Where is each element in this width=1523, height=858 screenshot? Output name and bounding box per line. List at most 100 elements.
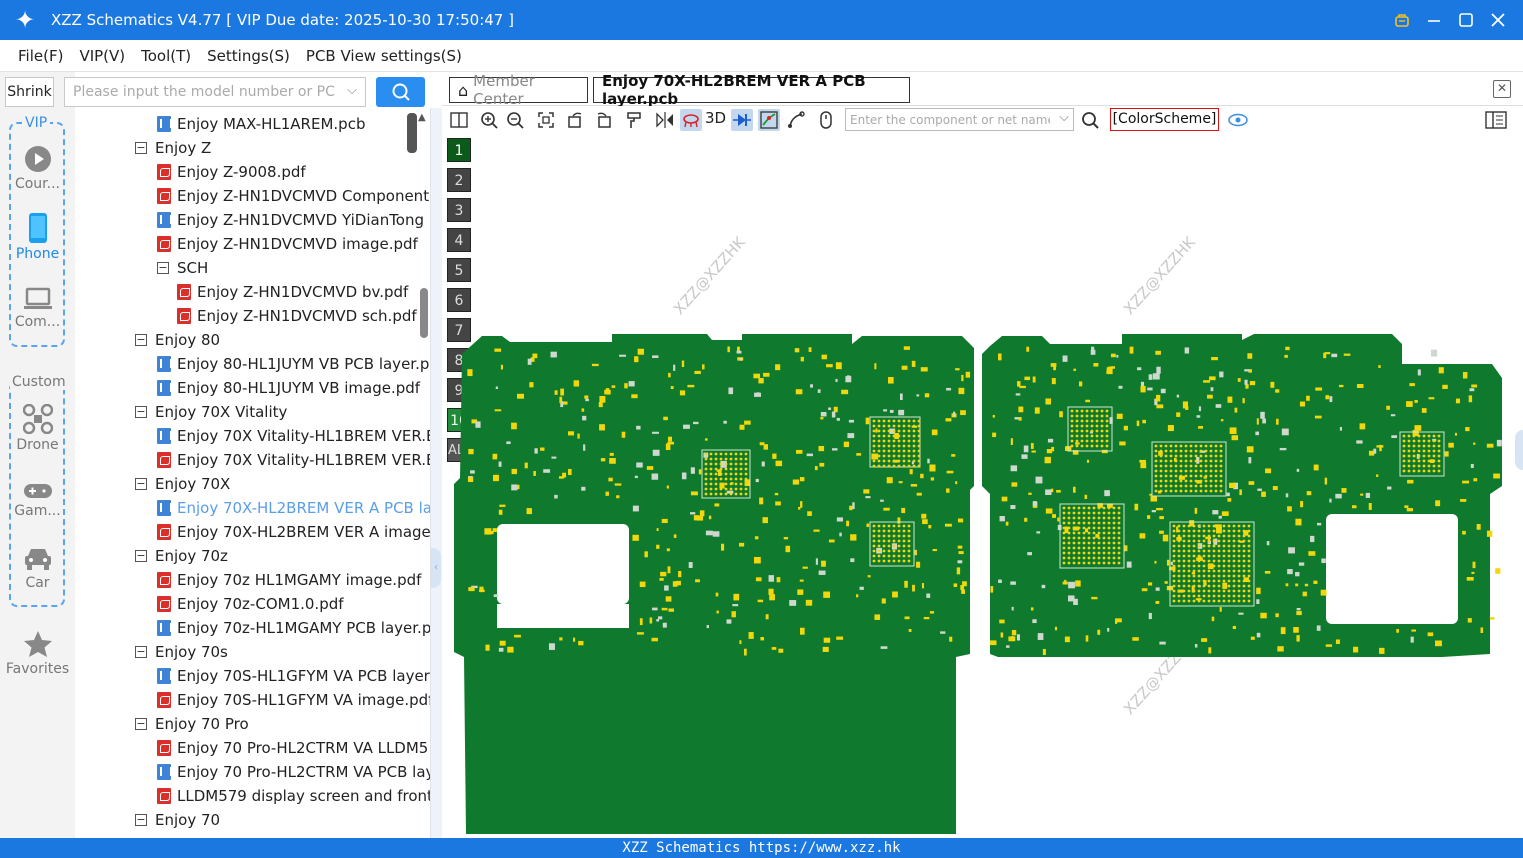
pcb-pad[interactable] bbox=[1208, 647, 1212, 654]
pcb-pad[interactable] bbox=[756, 392, 760, 396]
pcb-pad[interactable] bbox=[1024, 517, 1028, 522]
tree-file[interactable]: Enjoy Z-HN1DVCMVD bv.pdf bbox=[177, 280, 408, 304]
pcb-pad[interactable] bbox=[1287, 569, 1293, 575]
pcb-pad[interactable] bbox=[664, 585, 669, 591]
pcb-pad[interactable] bbox=[1448, 442, 1454, 448]
pcb-pad[interactable] bbox=[802, 566, 808, 569]
pcb-pad[interactable] bbox=[498, 509, 503, 515]
pcb-pad[interactable] bbox=[874, 363, 877, 370]
pcb-pad[interactable] bbox=[754, 536, 759, 540]
pcb-pad[interactable] bbox=[898, 481, 903, 484]
pcb-pad[interactable] bbox=[736, 350, 742, 354]
pcb-pad[interactable] bbox=[846, 520, 850, 527]
pcb-pad[interactable] bbox=[1155, 350, 1161, 355]
pcb-pad[interactable] bbox=[1298, 562, 1305, 566]
pcb-pad[interactable] bbox=[511, 484, 518, 491]
pcb-pad[interactable] bbox=[1351, 505, 1357, 509]
pcb-pad[interactable] bbox=[1421, 408, 1427, 413]
pcb-pad[interactable] bbox=[911, 360, 916, 367]
pcb-pad[interactable] bbox=[652, 449, 660, 456]
pcb-pad[interactable] bbox=[1356, 383, 1364, 388]
tree-folder[interactable]: − SCH bbox=[157, 256, 208, 280]
pcb-pad[interactable] bbox=[799, 579, 804, 582]
pcb-pad[interactable] bbox=[1245, 384, 1249, 389]
pcb-pad[interactable] bbox=[1134, 503, 1139, 511]
pcb-pad[interactable] bbox=[1064, 636, 1070, 643]
pcb-pad[interactable] bbox=[1276, 418, 1279, 425]
pcb-pad[interactable] bbox=[931, 429, 938, 436]
pcb-pad[interactable] bbox=[739, 424, 745, 430]
pcb-pad[interactable] bbox=[1207, 394, 1213, 399]
trace-tool-icon[interactable] bbox=[785, 109, 807, 131]
pcb-pad[interactable] bbox=[1221, 511, 1229, 516]
pcb-pad[interactable] bbox=[910, 484, 918, 487]
pcb-pad[interactable] bbox=[1034, 407, 1040, 414]
pcb-pad[interactable] bbox=[828, 407, 832, 410]
pcb-pad[interactable] bbox=[768, 588, 774, 595]
pcb-pad[interactable] bbox=[1315, 387, 1323, 391]
pcb-pad[interactable] bbox=[1018, 417, 1022, 421]
pcb-pad[interactable] bbox=[1141, 588, 1148, 592]
pcb-pad[interactable] bbox=[1295, 572, 1300, 577]
pcb-pad[interactable] bbox=[1031, 450, 1036, 453]
pcb-pad[interactable] bbox=[631, 394, 638, 399]
collapse-arrow-icon[interactable]: ‹ bbox=[431, 548, 441, 588]
close-tabs-icon[interactable]: ✕ bbox=[1493, 80, 1511, 98]
shrink-button[interactable]: Shrink bbox=[5, 77, 54, 107]
pcb-pad[interactable] bbox=[1249, 381, 1256, 386]
pcb-pad[interactable] bbox=[865, 496, 871, 499]
pcb-pad[interactable] bbox=[1293, 627, 1299, 633]
pcb-pad[interactable] bbox=[1368, 503, 1372, 510]
pcb-pad[interactable] bbox=[1353, 646, 1359, 653]
tree-folder[interactable]: − Enjoy Z bbox=[135, 136, 211, 160]
pcb-pad[interactable] bbox=[636, 425, 641, 430]
pcb-pad[interactable] bbox=[1017, 381, 1021, 387]
pcb-pad[interactable] bbox=[534, 448, 538, 454]
pcb-pad[interactable] bbox=[581, 408, 585, 412]
pcb-pad[interactable] bbox=[1430, 349, 1438, 357]
pcb-pad[interactable] bbox=[1316, 522, 1322, 526]
pcb-pad[interactable] bbox=[899, 393, 903, 401]
pcb-pad[interactable] bbox=[1010, 438, 1013, 445]
panel-splitter[interactable]: ‹ bbox=[430, 108, 442, 838]
pcb-pad[interactable] bbox=[1006, 645, 1010, 648]
pcb-pad[interactable] bbox=[1209, 376, 1216, 381]
pcb-pad[interactable] bbox=[1470, 463, 1474, 468]
pcb-pad[interactable] bbox=[833, 406, 838, 413]
pcb-canvas[interactable]: 1 2 3 4 5 6 7 8 9 10 ALL XZZ@XZZHK XZZ@X… bbox=[442, 134, 1523, 838]
pcb-pad[interactable] bbox=[856, 453, 862, 456]
pcb-pad[interactable] bbox=[932, 548, 937, 552]
pcb-pad[interactable] bbox=[920, 473, 924, 479]
pcb-pad[interactable] bbox=[1454, 432, 1457, 436]
pcb-pad[interactable] bbox=[1191, 572, 1196, 575]
pcb-pad[interactable] bbox=[1226, 492, 1230, 497]
pcb-pad[interactable] bbox=[485, 644, 490, 651]
collapse-toggle-icon[interactable]: − bbox=[135, 718, 147, 730]
pcb-pad[interactable] bbox=[1116, 413, 1123, 419]
pcb-pad[interactable] bbox=[1247, 353, 1253, 359]
pcb-pad[interactable] bbox=[1376, 474, 1379, 477]
pcb-pad[interactable] bbox=[759, 497, 764, 505]
pcb-pad[interactable] bbox=[1428, 397, 1435, 400]
pcb-pad[interactable] bbox=[559, 637, 563, 641]
pcb-pad[interactable] bbox=[726, 619, 732, 624]
search-button[interactable] bbox=[376, 77, 425, 107]
pcb-pad[interactable] bbox=[491, 530, 494, 535]
pcb-pad[interactable] bbox=[1300, 501, 1304, 508]
pcb-pad[interactable] bbox=[679, 390, 686, 396]
pcb-pad[interactable] bbox=[666, 548, 670, 552]
pcb-pad[interactable] bbox=[1032, 501, 1038, 507]
pcb-pad[interactable] bbox=[847, 433, 855, 439]
pcb-pad[interactable] bbox=[951, 454, 956, 457]
pcb-pad[interactable] bbox=[850, 534, 857, 541]
pcb-pad[interactable] bbox=[479, 589, 485, 592]
pcb-pad[interactable] bbox=[1196, 415, 1201, 418]
pcb-pad[interactable] bbox=[945, 418, 952, 422]
zoom-in-icon[interactable] bbox=[478, 109, 500, 131]
pcb-pad[interactable] bbox=[673, 364, 676, 371]
pcb-pad[interactable] bbox=[731, 611, 736, 618]
pcb-pad[interactable] bbox=[798, 506, 801, 510]
pcb-pad[interactable] bbox=[1011, 629, 1017, 636]
pcb-pad[interactable] bbox=[836, 636, 844, 640]
pcb-pad[interactable] bbox=[818, 445, 825, 452]
